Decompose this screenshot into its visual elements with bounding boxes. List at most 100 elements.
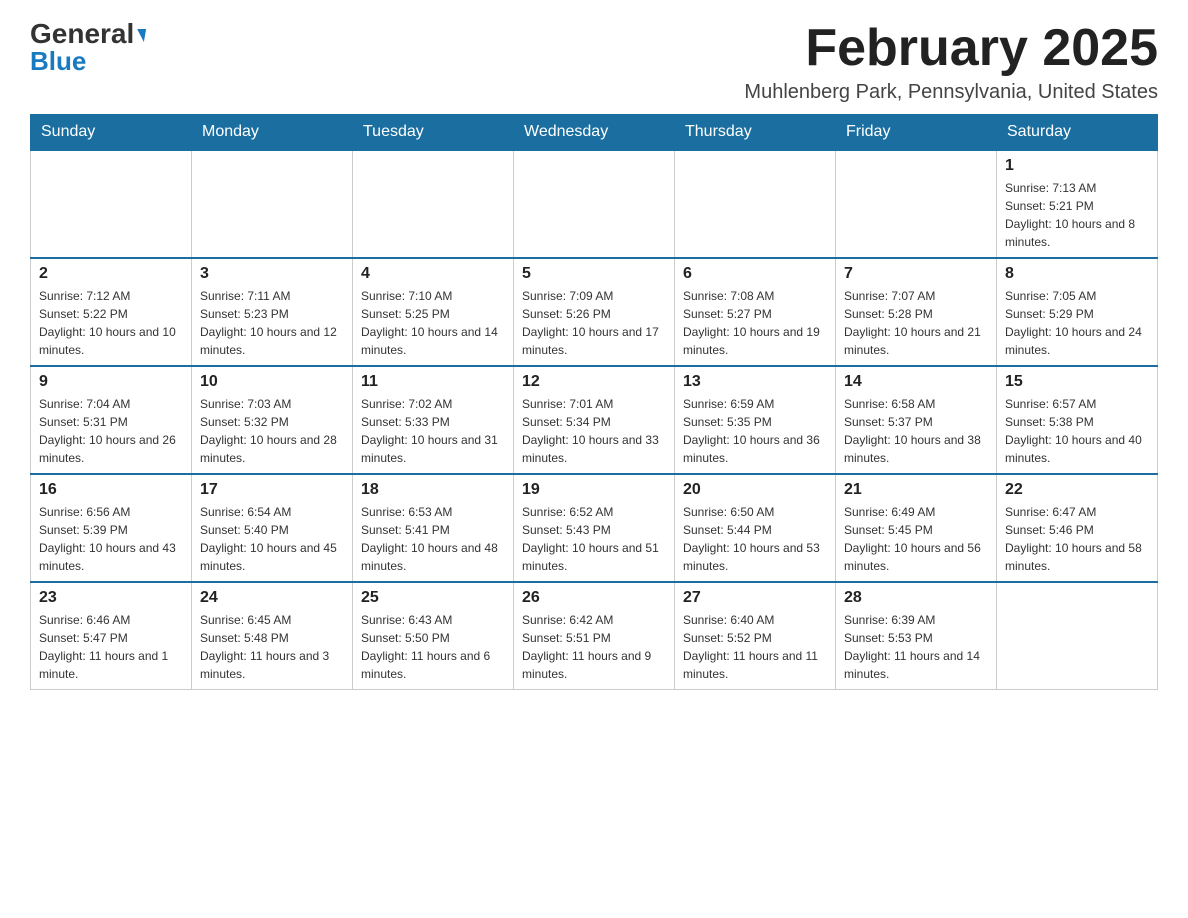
table-row: 9Sunrise: 7:04 AMSunset: 5:31 PMDaylight… bbox=[31, 366, 192, 474]
calendar-table: Sunday Monday Tuesday Wednesday Thursday… bbox=[30, 114, 1158, 690]
day-number: 3 bbox=[200, 265, 344, 283]
calendar-week-row: 9Sunrise: 7:04 AMSunset: 5:31 PMDaylight… bbox=[31, 366, 1158, 474]
table-row bbox=[353, 150, 514, 258]
day-number: 9 bbox=[39, 373, 183, 391]
table-row: 15 Sunrise: 6:57 AMSunset: 5:38 PMDayligh… bbox=[997, 366, 1158, 474]
logo-text-general: General bbox=[30, 20, 145, 48]
day-number: 18 bbox=[361, 481, 505, 499]
day-number: 1 bbox=[1005, 157, 1149, 175]
day-info: Sunrise: 7:02 AMSunset: 5:33 PMDaylight:… bbox=[361, 395, 505, 467]
table-row: 17 Sunrise: 6:54 AMSunset: 5:40 PMDayligh… bbox=[192, 474, 353, 582]
header-thursday: Thursday bbox=[675, 115, 836, 151]
table-row: 26 Sunrise: 6:42 AMSunset: 5:51 PMDayligh… bbox=[514, 582, 675, 690]
title-section: February 2025 Muhlenberg Park, Pennsylva… bbox=[744, 20, 1158, 104]
day-number: 6 bbox=[683, 265, 827, 283]
table-row: 8 Sunrise: 7:05 AMSunset: 5:29 PMDaylight… bbox=[997, 258, 1158, 366]
table-row: 13 Sunrise: 6:59 AMSunset: 5:35 PMDayligh… bbox=[675, 366, 836, 474]
day-info: Sunrise: 6:53 AMSunset: 5:41 PMDaylight:… bbox=[361, 503, 505, 575]
table-row: 20 Sunrise: 6:50 AMSunset: 5:44 PMDayligh… bbox=[675, 474, 836, 582]
day-info: Sunrise: 6:40 AMSunset: 5:52 PMDaylight:… bbox=[683, 611, 827, 683]
day-number: 2 bbox=[39, 265, 183, 283]
day-number: 22 bbox=[1005, 481, 1149, 499]
calendar-week-row: 16 Sunrise: 6:56 AMSunset: 5:39 PMDayligh… bbox=[31, 474, 1158, 582]
page-header: General Blue February 2025 Muhlenberg Pa… bbox=[30, 20, 1158, 104]
day-info: Sunrise: 6:54 AMSunset: 5:40 PMDaylight:… bbox=[200, 503, 344, 575]
day-number: 15 bbox=[1005, 373, 1149, 391]
header-monday: Monday bbox=[192, 115, 353, 151]
day-info: Sunrise: 7:09 AMSunset: 5:26 PMDaylight:… bbox=[522, 287, 666, 359]
location-subtitle: Muhlenberg Park, Pennsylvania, United St… bbox=[744, 81, 1158, 104]
day-number: 21 bbox=[844, 481, 988, 499]
day-info: Sunrise: 7:13 AMSunset: 5:21 PMDaylight:… bbox=[1005, 179, 1149, 251]
table-row: 7Sunrise: 7:07 AMSunset: 5:28 PMDaylight… bbox=[836, 258, 997, 366]
day-number: 11 bbox=[361, 373, 505, 391]
table-row bbox=[31, 150, 192, 258]
table-row: 6Sunrise: 7:08 AMSunset: 5:27 PMDaylight… bbox=[675, 258, 836, 366]
day-info: Sunrise: 6:56 AMSunset: 5:39 PMDaylight:… bbox=[39, 503, 183, 575]
header-friday: Friday bbox=[836, 115, 997, 151]
table-row bbox=[997, 582, 1158, 690]
weekday-header-row: Sunday Monday Tuesday Wednesday Thursday… bbox=[31, 115, 1158, 151]
day-number: 25 bbox=[361, 589, 505, 607]
day-info: Sunrise: 6:50 AMSunset: 5:44 PMDaylight:… bbox=[683, 503, 827, 575]
calendar-week-row: 2Sunrise: 7:12 AMSunset: 5:22 PMDaylight… bbox=[31, 258, 1158, 366]
day-number: 17 bbox=[200, 481, 344, 499]
table-row: 11 Sunrise: 7:02 AMSunset: 5:33 PMDayligh… bbox=[353, 366, 514, 474]
table-row: 25 Sunrise: 6:43 AMSunset: 5:50 PMDayligh… bbox=[353, 582, 514, 690]
day-info: Sunrise: 7:07 AMSunset: 5:28 PMDaylight:… bbox=[844, 287, 988, 359]
day-number: 14 bbox=[844, 373, 988, 391]
table-row: 27 Sunrise: 6:40 AMSunset: 5:52 PMDayligh… bbox=[675, 582, 836, 690]
table-row: 24Sunrise: 6:45 AMSunset: 5:48 PMDayligh… bbox=[192, 582, 353, 690]
calendar-week-row: 23 Sunrise: 6:46 AMSunset: 5:47 PMDayligh… bbox=[31, 582, 1158, 690]
day-info: Sunrise: 7:05 AMSunset: 5:29 PMDaylight:… bbox=[1005, 287, 1149, 359]
day-info: Sunrise: 7:11 AMSunset: 5:23 PMDaylight:… bbox=[200, 287, 344, 359]
day-info: Sunrise: 6:42 AMSunset: 5:51 PMDaylight:… bbox=[522, 611, 666, 683]
logo: General Blue bbox=[30, 20, 145, 77]
day-number: 20 bbox=[683, 481, 827, 499]
table-row: 2Sunrise: 7:12 AMSunset: 5:22 PMDaylight… bbox=[31, 258, 192, 366]
day-number: 28 bbox=[844, 589, 988, 607]
table-row: 4Sunrise: 7:10 AMSunset: 5:25 PMDaylight… bbox=[353, 258, 514, 366]
table-row: 28 Sunrise: 6:39 AMSunset: 5:53 PMDayligh… bbox=[836, 582, 997, 690]
header-sunday: Sunday bbox=[31, 115, 192, 151]
day-number: 23 bbox=[39, 589, 183, 607]
day-info: Sunrise: 6:46 AMSunset: 5:47 PMDaylight:… bbox=[39, 611, 183, 683]
day-number: 16 bbox=[39, 481, 183, 499]
day-number: 26 bbox=[522, 589, 666, 607]
day-number: 12 bbox=[522, 373, 666, 391]
table-row bbox=[836, 150, 997, 258]
day-info: Sunrise: 6:43 AMSunset: 5:50 PMDaylight:… bbox=[361, 611, 505, 683]
day-number: 5 bbox=[522, 265, 666, 283]
header-tuesday: Tuesday bbox=[353, 115, 514, 151]
day-info: Sunrise: 6:52 AMSunset: 5:43 PMDaylight:… bbox=[522, 503, 666, 575]
day-info: Sunrise: 6:59 AMSunset: 5:35 PMDaylight:… bbox=[683, 395, 827, 467]
day-info: Sunrise: 6:49 AMSunset: 5:45 PMDaylight:… bbox=[844, 503, 988, 575]
table-row bbox=[192, 150, 353, 258]
header-saturday: Saturday bbox=[997, 115, 1158, 151]
day-number: 27 bbox=[683, 589, 827, 607]
day-info: Sunrise: 6:58 AMSunset: 5:37 PMDaylight:… bbox=[844, 395, 988, 467]
day-number: 13 bbox=[683, 373, 827, 391]
table-row: 18 Sunrise: 6:53 AMSunset: 5:41 PMDayligh… bbox=[353, 474, 514, 582]
logo-text-blue: Blue bbox=[30, 46, 86, 77]
table-row: 3 Sunrise: 7:11 AMSunset: 5:23 PMDaylight… bbox=[192, 258, 353, 366]
table-row: 21 Sunrise: 6:49 AMSunset: 5:45 PMDayligh… bbox=[836, 474, 997, 582]
day-info: Sunrise: 7:10 AMSunset: 5:25 PMDaylight:… bbox=[361, 287, 505, 359]
calendar-week-row: 1 Sunrise: 7:13 AMSunset: 5:21 PMDaylight… bbox=[31, 150, 1158, 258]
table-row: 23 Sunrise: 6:46 AMSunset: 5:47 PMDayligh… bbox=[31, 582, 192, 690]
day-number: 24 bbox=[200, 589, 344, 607]
day-number: 19 bbox=[522, 481, 666, 499]
month-title: February 2025 bbox=[744, 20, 1158, 77]
table-row: 16 Sunrise: 6:56 AMSunset: 5:39 PMDayligh… bbox=[31, 474, 192, 582]
table-row: 5 Sunrise: 7:09 AMSunset: 5:26 PMDaylight… bbox=[514, 258, 675, 366]
day-number: 10 bbox=[200, 373, 344, 391]
day-number: 8 bbox=[1005, 265, 1149, 283]
table-row: 22 Sunrise: 6:47 AMSunset: 5:46 PMDayligh… bbox=[997, 474, 1158, 582]
table-row: 1 Sunrise: 7:13 AMSunset: 5:21 PMDaylight… bbox=[997, 150, 1158, 258]
table-row bbox=[514, 150, 675, 258]
header-wednesday: Wednesday bbox=[514, 115, 675, 151]
day-info: Sunrise: 6:57 AMSunset: 5:38 PMDaylight:… bbox=[1005, 395, 1149, 467]
day-info: Sunrise: 6:39 AMSunset: 5:53 PMDaylight:… bbox=[844, 611, 988, 683]
table-row: 12Sunrise: 7:01 AMSunset: 5:34 PMDayligh… bbox=[514, 366, 675, 474]
day-info: Sunrise: 6:47 AMSunset: 5:46 PMDaylight:… bbox=[1005, 503, 1149, 575]
